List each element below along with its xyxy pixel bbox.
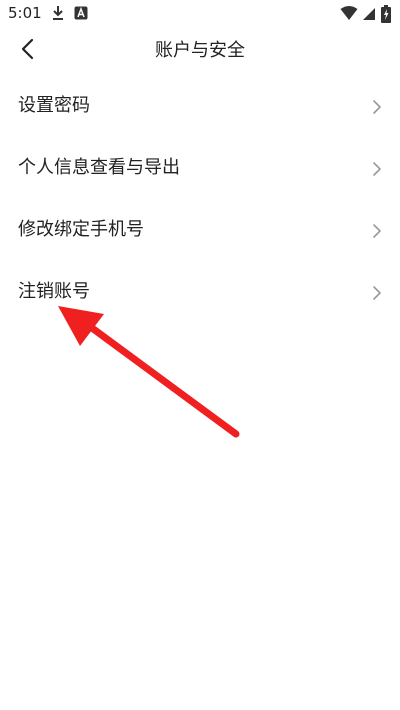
chevron-right-icon [372, 161, 382, 176]
settings-menu-list: 设置密码 个人信息查看与导出 修改绑定手机号 注销账号 [0, 75, 400, 323]
wifi-icon [340, 5, 358, 25]
page-title: 账户与安全 [155, 40, 245, 61]
chevron-right-icon [372, 285, 382, 300]
menu-item-delete-account[interactable]: 注销账号 [0, 261, 400, 323]
menu-item-label: 注销账号 [18, 281, 90, 302]
menu-item-personal-info-export[interactable]: 个人信息查看与导出 [0, 137, 400, 199]
menu-item-label: 个人信息查看与导出 [18, 157, 180, 178]
account-security-screen: 5:01 账户与安全 设置密码 个人信息查看与导出 修改绑定手机号 注销账号 [0, 0, 400, 710]
battery-charging-icon [381, 5, 391, 27]
status-time: 5:01 [8, 4, 42, 22]
menu-item-label: 修改绑定手机号 [18, 219, 144, 240]
cellular-signal-icon [362, 5, 376, 25]
menu-item-set-password[interactable]: 设置密码 [0, 75, 400, 137]
menu-item-change-phone[interactable]: 修改绑定手机号 [0, 199, 400, 261]
chevron-right-icon [372, 223, 382, 238]
status-bar: 5:01 [0, 0, 400, 28]
menu-item-label: 设置密码 [18, 95, 90, 116]
chevron-right-icon [372, 99, 382, 114]
download-icon [52, 5, 64, 25]
a-notification-icon [74, 5, 88, 25]
title-bar: 账户与安全 [0, 28, 400, 74]
